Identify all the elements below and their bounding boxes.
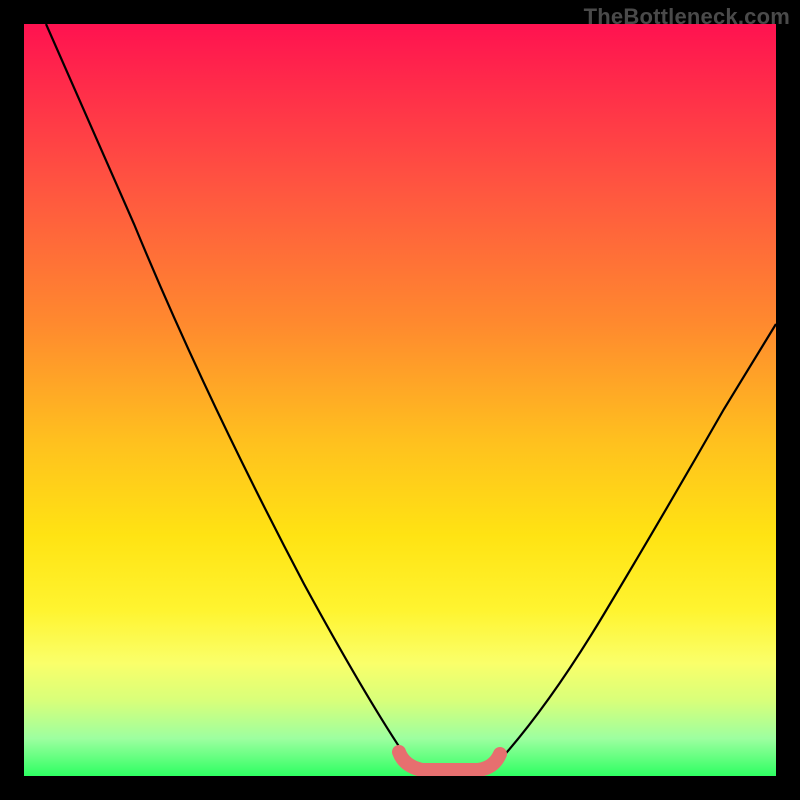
curve-left bbox=[46, 24, 424, 772]
chart-svg bbox=[24, 24, 776, 776]
highlight-band bbox=[399, 752, 500, 770]
outer-frame: TheBottleneck.com bbox=[0, 0, 800, 800]
curve-right bbox=[489, 324, 776, 772]
plot-area bbox=[24, 24, 776, 776]
watermark-text: TheBottleneck.com bbox=[584, 4, 790, 30]
